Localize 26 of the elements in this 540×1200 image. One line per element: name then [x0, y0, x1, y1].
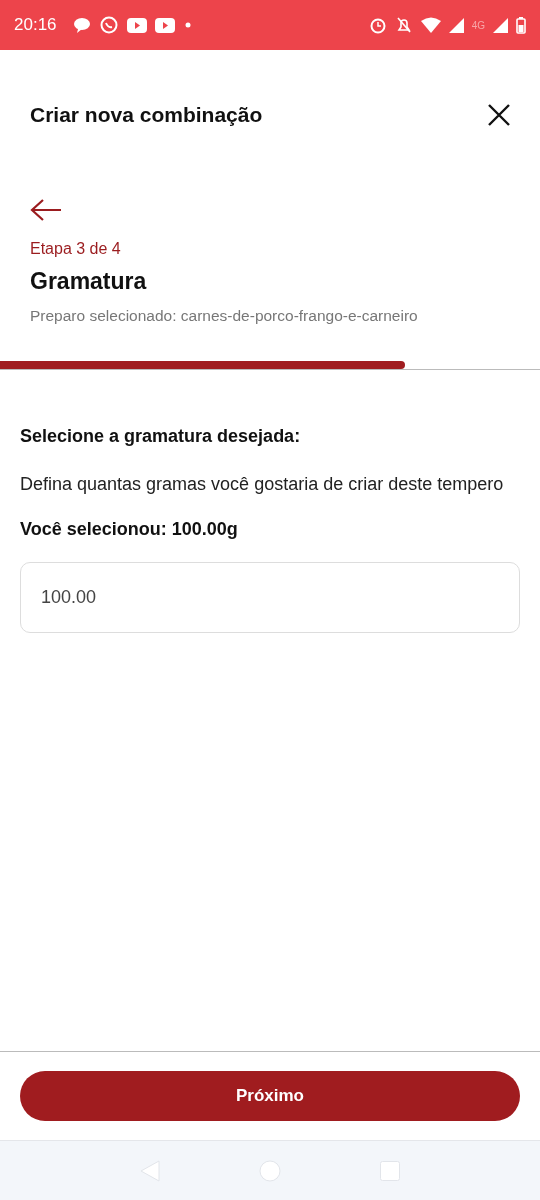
selection-text: Você selecionou: 100.00g [20, 519, 239, 540]
step-label: Etapa 3 de 4 [30, 240, 122, 258]
network-type: 4G [471, 19, 485, 31]
dialog-title: Criar nova combinação [30, 103, 263, 127]
description: Defina quantas gramas você gostaria de criar deste tempero [20, 473, 505, 496]
signal-icon [493, 17, 508, 33]
back-nav-icon[interactable] [139, 1159, 160, 1182]
bell-off-icon [394, 16, 413, 34]
status-time: 20:16 [14, 15, 57, 35]
chat-icon [72, 17, 91, 33]
weight-input-field[interactable]: 100.00 [20, 562, 520, 633]
signal-icon [448, 17, 464, 33]
back-button[interactable] [30, 198, 62, 222]
battery-icon [516, 16, 526, 34]
recents-nav-icon[interactable] [380, 1160, 401, 1181]
close-button[interactable] [486, 102, 512, 128]
whatsapp-icon [98, 15, 119, 35]
play-icon [154, 17, 175, 33]
play-icon [126, 17, 147, 33]
wifi-icon [420, 17, 441, 33]
home-nav-icon[interactable] [259, 1159, 281, 1182]
alarm-icon [368, 16, 387, 34]
next-button[interactable]: Próximo [20, 1071, 520, 1121]
section-heading: Selecione a gramatura desejada: [20, 426, 302, 447]
step-title: Gramatura [30, 268, 148, 295]
step-subtitle: Preparo selecionado: carnes-de-porco-frango-e-carneiro [30, 307, 419, 325]
